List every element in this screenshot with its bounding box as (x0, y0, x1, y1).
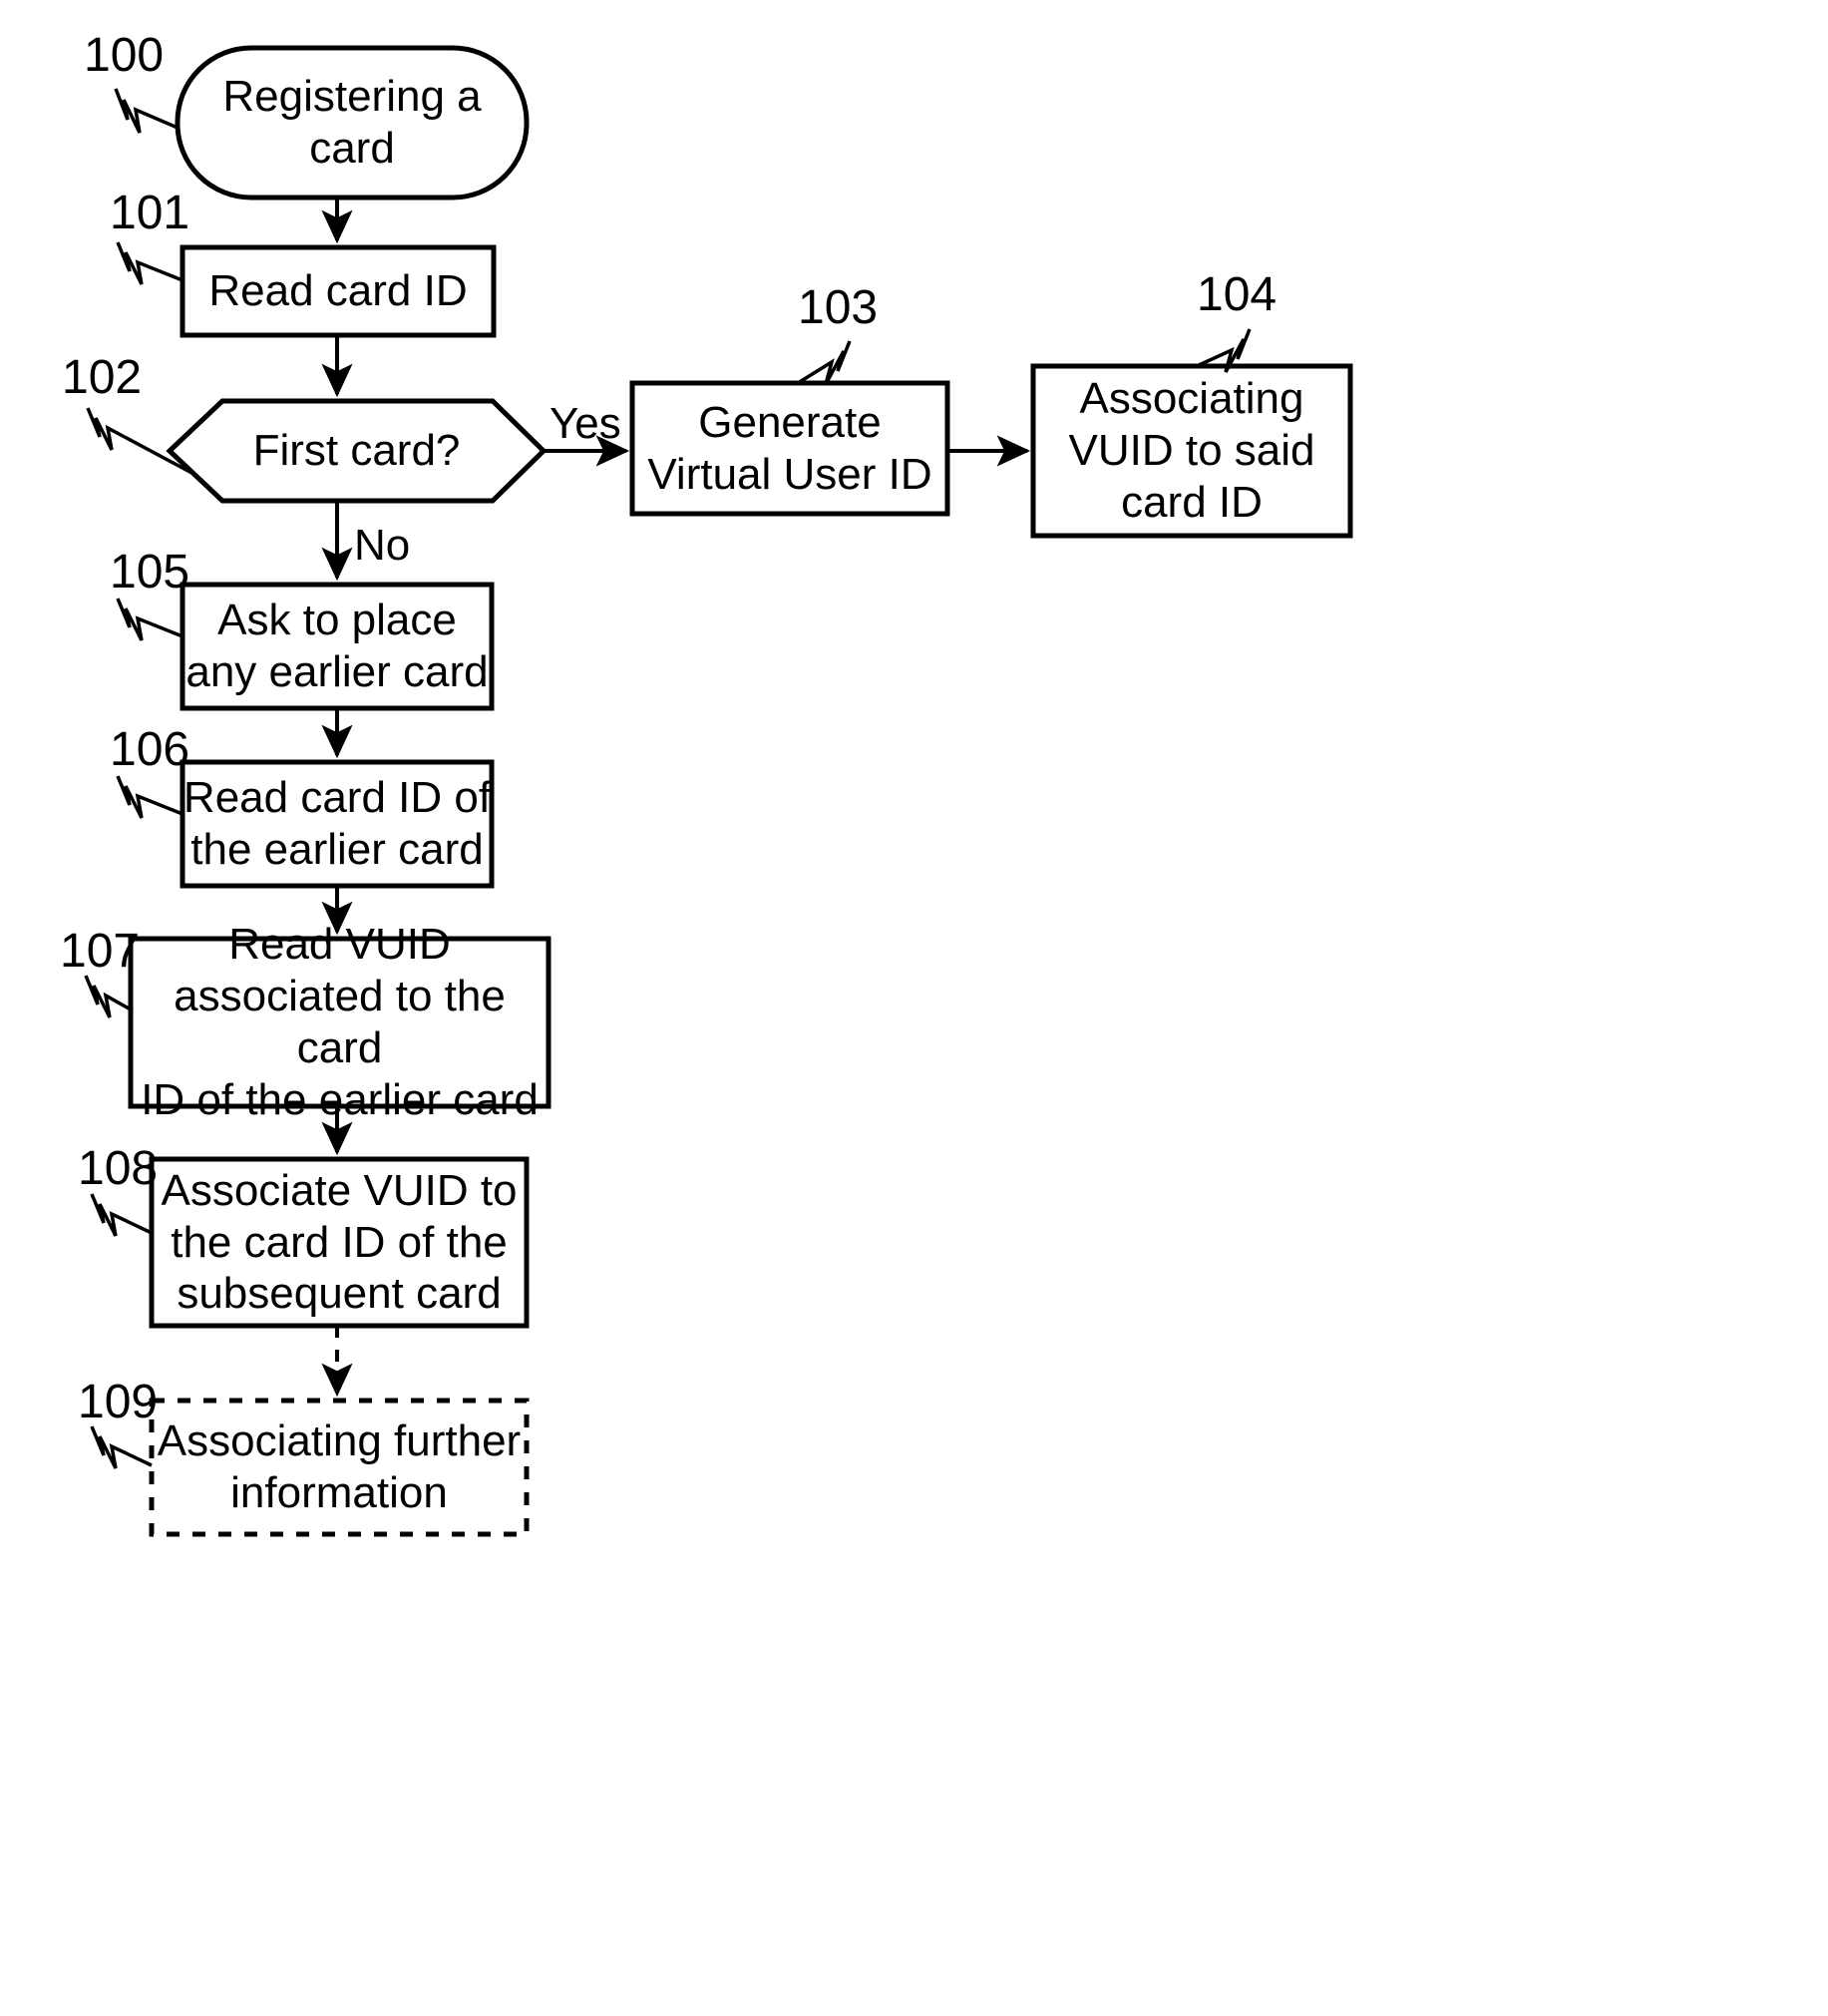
node-shape-105 (180, 582, 495, 711)
node-shape-103 (629, 380, 950, 517)
node-shape-106 (180, 759, 495, 889)
leader-squiggle-107 (84, 975, 132, 1018)
ref-number-109: 109 (78, 1376, 159, 1428)
flowchart-canvas: Registering a card Read card ID First ca… (0, 0, 1828, 2016)
edge-label-no: No (354, 521, 411, 570)
ref-number-100: 100 (84, 29, 165, 82)
edge-label-yes: Yes (549, 399, 621, 448)
ref-number-101: 101 (110, 187, 190, 239)
ref-number-105: 105 (110, 546, 190, 599)
ref-number-102: 102 (62, 351, 143, 404)
leader-squiggle-103 (797, 340, 852, 385)
leader-squiggle-108 (90, 1193, 153, 1237)
ref-number-106: 106 (110, 723, 190, 776)
node-shape-102 (166, 398, 548, 504)
leader-squiggle-105 (116, 598, 183, 641)
node-shape-109 (149, 1398, 530, 1537)
leader-squiggle-101 (116, 241, 183, 285)
node-shape-107 (128, 936, 551, 1109)
ref-number-107: 107 (60, 925, 141, 978)
node-shape-100 (175, 45, 530, 201)
node-shape-104 (1030, 363, 1353, 539)
node-shape-101 (180, 244, 497, 338)
ref-number-103: 103 (798, 281, 879, 334)
ref-number-104: 104 (1197, 268, 1278, 321)
leader-squiggle-106 (116, 775, 183, 819)
leader-squiggle-100 (114, 88, 179, 134)
node-shape-108 (149, 1156, 530, 1329)
leader-squiggle-109 (90, 1425, 153, 1469)
flowchart-vector-layer (84, 45, 1353, 1537)
ref-number-108: 108 (78, 1142, 159, 1195)
